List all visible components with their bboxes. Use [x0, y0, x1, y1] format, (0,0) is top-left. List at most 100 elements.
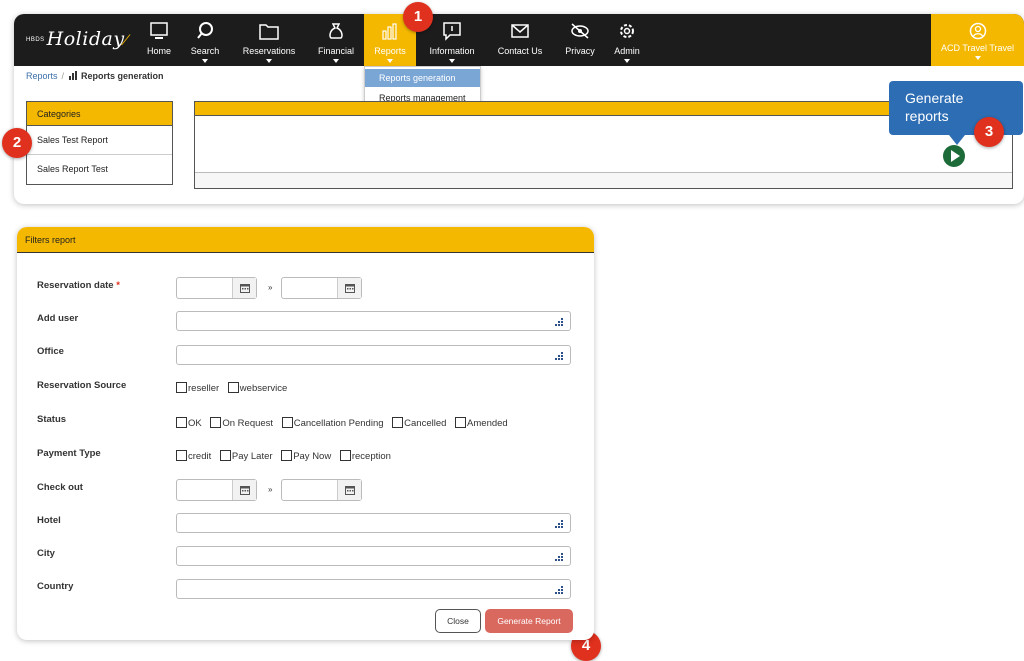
filters-title: Filters report — [17, 227, 594, 253]
range-separator: » — [268, 283, 273, 292]
category-item[interactable]: Sales Report Test — [27, 155, 172, 184]
status-option-cancellation-pending[interactable]: Cancellation Pending — [281, 417, 384, 429]
nav-search[interactable]: Search — [188, 14, 222, 66]
checkbox[interactable] — [176, 450, 187, 461]
status-option-amended[interactable]: Amended — [455, 417, 508, 429]
nav-privacy[interactable]: Privacy — [560, 14, 600, 66]
checkbox[interactable] — [281, 450, 293, 461]
source-option-reseller[interactable]: reseller — [176, 382, 219, 394]
money-bag-icon — [314, 21, 358, 45]
city-label: City — [37, 548, 55, 559]
checkbox[interactable] — [176, 382, 187, 393]
checkbox[interactable] — [227, 382, 239, 393]
office-input[interactable] — [176, 345, 571, 365]
city-input[interactable] — [176, 546, 571, 566]
step-badge-1: 1 — [403, 2, 433, 32]
option-label: OK — [188, 418, 202, 429]
reservation-date-label-text: Reservation date — [37, 280, 114, 291]
checkbox[interactable] — [455, 417, 467, 428]
checkbox[interactable] — [281, 417, 293, 428]
nav-admin[interactable]: Admin — [610, 14, 644, 66]
calendar-icon[interactable] — [337, 278, 361, 298]
category-item[interactable]: Sales Test Report — [27, 126, 172, 155]
status-label: Status — [37, 414, 67, 425]
user-circle-icon — [931, 22, 1024, 40]
option-label: Cancellation Pending — [293, 418, 384, 429]
checkbox[interactable] — [176, 417, 187, 428]
nav-home[interactable]: Home — [142, 14, 176, 66]
range-separator: » — [268, 485, 273, 494]
reservation-date-from-input[interactable] — [176, 277, 257, 299]
grid-dots-icon — [555, 520, 563, 528]
tooltip-line-1: Generate — [905, 90, 964, 106]
categories-title: Categories — [27, 102, 172, 126]
chevron-down-icon — [266, 59, 272, 63]
chevron-down-icon — [333, 59, 339, 63]
logo-text: Holiday — [46, 28, 125, 50]
chevron-down-icon — [624, 59, 630, 63]
nav-contact-us[interactable]: Contact Us — [494, 14, 546, 66]
nav-label: Reports — [374, 46, 406, 56]
source-option-webservice[interactable]: webservice — [227, 382, 287, 394]
add-user-label: Add user — [37, 313, 79, 324]
reservation-source-label: Reservation Source — [37, 380, 127, 391]
payment-option-credit[interactable]: credit — [176, 450, 211, 462]
chevron-down-icon — [974, 56, 981, 60]
option-label: On Request — [222, 418, 274, 429]
payment-option-reception[interactable]: reception — [339, 450, 391, 462]
top-card: HBDS Holiday⁄ Home Search Reservations F… — [14, 14, 1024, 204]
option-label: reception — [351, 451, 391, 462]
logo-swoosh-icon: ⁄ — [124, 33, 128, 49]
chevron-down-icon — [202, 59, 208, 63]
add-user-input[interactable] — [176, 311, 571, 331]
grid-dots-icon — [555, 352, 563, 360]
check-out-to-input[interactable] — [281, 479, 362, 501]
checkbox[interactable] — [392, 417, 404, 428]
nav-reservations[interactable]: Reservations — [238, 14, 300, 66]
reservation-date-label: Reservation date * — [37, 280, 120, 291]
breadcrumb-reports-link[interactable]: Reports — [26, 71, 58, 81]
navbar: HBDS Holiday⁄ Home Search Reservations F… — [14, 14, 1024, 66]
option-label: credit — [188, 451, 212, 462]
hotel-input[interactable] — [176, 513, 571, 533]
generate-report-button[interactable]: Generate Report — [485, 609, 573, 633]
user-name: ACD Travel Travel — [940, 43, 1015, 53]
country-label: Country — [37, 581, 74, 592]
breadcrumb-current: Reports generation — [81, 71, 164, 81]
nav-information[interactable]: Information — [424, 14, 480, 66]
calendar-icon[interactable] — [337, 480, 361, 500]
grid-dots-icon — [555, 318, 563, 326]
nav-financial[interactable]: Financial — [314, 14, 358, 66]
option-label: Amended — [467, 418, 508, 429]
nav-label: Home — [146, 46, 171, 56]
payment-option-pay-now[interactable]: Pay Now — [281, 450, 331, 462]
check-out-from-input[interactable] — [176, 479, 257, 501]
logo-small-text: HBDS — [26, 37, 45, 43]
calendar-icon[interactable] — [232, 480, 256, 500]
generate-play-button[interactable] — [943, 145, 965, 167]
close-button[interactable]: Close — [435, 609, 481, 633]
status-option-cancelled[interactable]: Cancelled — [392, 417, 446, 429]
status-option-ok[interactable]: OK — [176, 417, 202, 429]
monitor-icon — [142, 21, 176, 45]
checkbox[interactable] — [339, 450, 351, 461]
menu-item-reports-generation[interactable]: Reports generation — [365, 69, 480, 87]
bar-chart-icon — [68, 71, 81, 81]
status-option-on-request[interactable]: On Request — [210, 417, 273, 429]
filters-card: Filters report Reservation date * » Add … — [17, 227, 594, 640]
country-input[interactable] — [176, 579, 571, 599]
user-menu[interactable]: ACD Travel Travel — [931, 14, 1024, 66]
chevron-down-icon — [387, 59, 393, 63]
option-label: reseller — [188, 383, 220, 394]
calendar-icon[interactable] — [232, 278, 256, 298]
reservation-date-to-input[interactable] — [281, 277, 362, 299]
checkbox[interactable] — [219, 450, 231, 461]
option-label: Pay Later — [231, 451, 273, 462]
step-badge-3: 3 — [974, 117, 1004, 147]
checkbox[interactable] — [210, 417, 222, 428]
payment-option-pay-later[interactable]: Pay Later — [219, 450, 273, 462]
categories-panel: Categories Sales Test Report Sales Repor… — [26, 101, 173, 185]
logo[interactable]: HBDS Holiday⁄ — [26, 28, 127, 50]
nav-label: Privacy — [565, 46, 595, 56]
envelope-icon — [494, 21, 546, 45]
